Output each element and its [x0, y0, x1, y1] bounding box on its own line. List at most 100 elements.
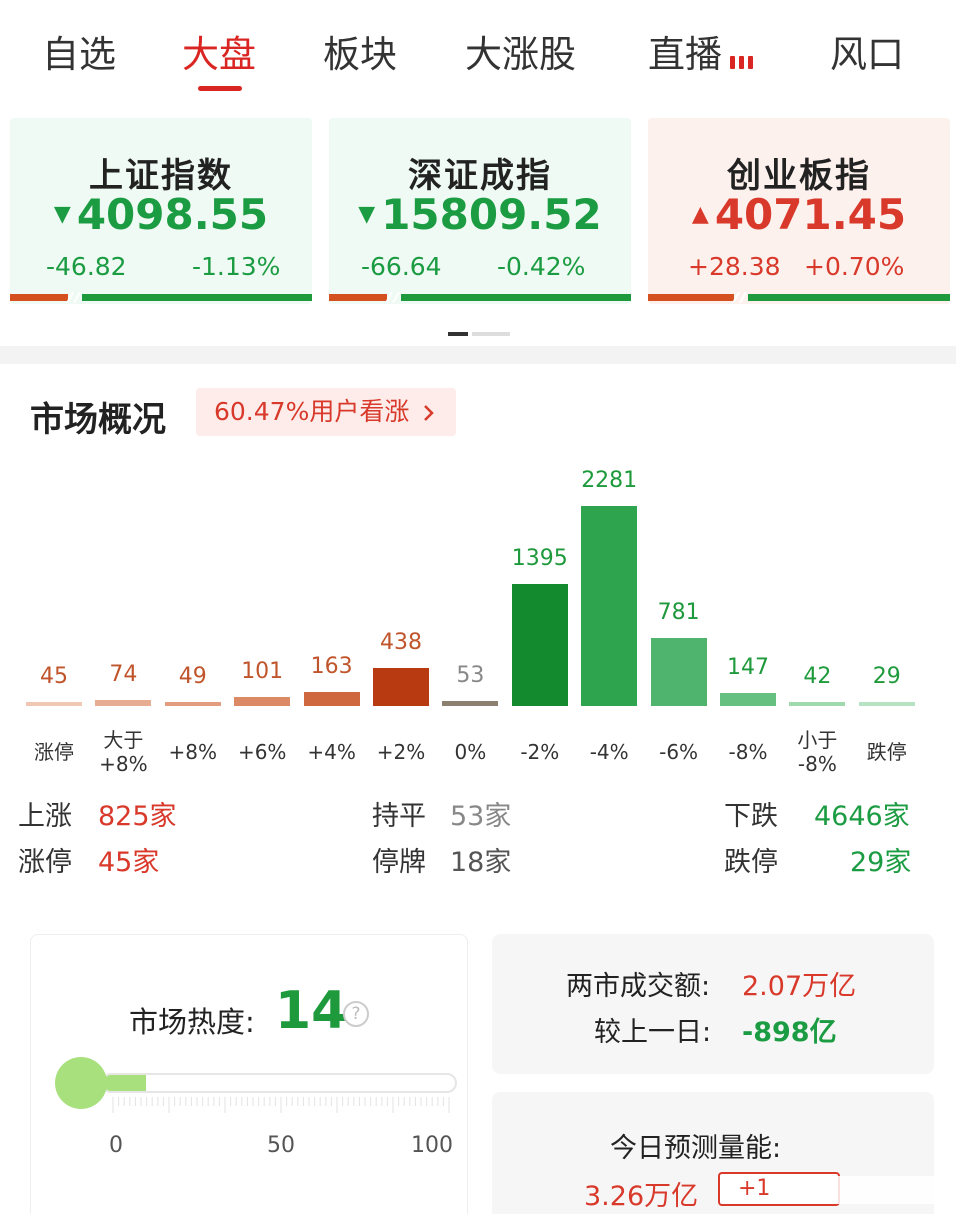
scale-max: 100 [411, 1133, 453, 1158]
active-tab-indicator [198, 86, 242, 91]
index-percent: -0.42% [497, 252, 586, 281]
category-label: 大于 +8% [99, 728, 148, 776]
category-label: +8% [168, 740, 218, 764]
scale-mid: 50 [267, 1133, 295, 1158]
tab-big-gainers[interactable]: 大涨股 [465, 24, 576, 78]
chevron-right-icon [423, 397, 435, 426]
chart-bar [858, 702, 915, 706]
index-value: ▼ 4098.55 [53, 190, 269, 239]
chart-bar [26, 702, 82, 706]
triangle-up-icon: ▲ [691, 202, 709, 227]
index-change: -46.82 [46, 252, 127, 281]
bar-value-label: 49 [178, 663, 207, 689]
category-label: +6% [237, 740, 287, 764]
bar-value-label: 147 [727, 655, 769, 681]
category-label: -6% [659, 740, 699, 764]
category-label: 0% [454, 740, 487, 764]
sentiment-badge[interactable]: 60.47%用户看涨 [196, 388, 456, 436]
limit-up-label: 涨停 [18, 847, 72, 878]
up-down-ratio-bar [648, 292, 950, 303]
index-percent: -1.13% [192, 252, 281, 281]
forecast-value: 3.26万亿 [584, 1181, 699, 1212]
live-bars-icon [730, 35, 757, 78]
triangle-down-icon: ▼ [53, 202, 71, 227]
bar-value-label: 42 [803, 664, 832, 689]
index-card-shenzhen[interactable]: 深证成指 ▼ 15809.52 -66.64 -0.42% [329, 118, 631, 304]
bar-value-label: 2281 [581, 468, 638, 493]
turnover-value: 2.07万亿 [742, 971, 857, 1002]
suspended-label: 停牌 [372, 847, 426, 878]
watermark-overlay [790, 1176, 946, 1204]
bar-value-label: 163 [310, 653, 353, 679]
question-icon[interactable]: ? [343, 1001, 369, 1027]
scale-min: 0 [109, 1133, 123, 1158]
section-divider [0, 346, 956, 364]
down-count-label: 下跌 [724, 801, 778, 832]
triangle-down-icon: ▼ [358, 202, 376, 227]
turnover-card[interactable]: 两市成交额: 2.07万亿 较上一日: -898亿 [492, 934, 934, 1074]
category-label: -8% [728, 740, 768, 764]
heat-label: 市场热度: [129, 1005, 255, 1039]
index-value: ▲ 4071.45 [691, 190, 907, 239]
category-label: +4% [307, 740, 356, 764]
chart-bar [303, 691, 360, 706]
bar-value-label: 29 [872, 664, 901, 689]
heat-value: 14 [275, 981, 348, 1041]
limit-down-value: 29家 [850, 847, 912, 878]
chart-bar [164, 701, 221, 706]
tab-watchlist[interactable]: 自选 [42, 24, 116, 78]
thermometer-ticks [112, 1097, 450, 1113]
index-value: ▼ 15809.52 [358, 190, 602, 239]
index-change: -66.64 [361, 252, 442, 281]
tab-live-label: 直播 [648, 33, 722, 76]
bar-value-label: 53 [456, 663, 485, 689]
pager-dot-active [448, 332, 468, 336]
up-down-ratio-bar [10, 292, 312, 303]
tab-market[interactable]: 大盘 [182, 24, 256, 78]
category-label: -4% [589, 740, 629, 764]
index-card-chinext[interactable]: 创业板指 ▲ 4071.45 +28.38 +0.70% [648, 118, 950, 304]
category-label: 跌停 [866, 740, 907, 764]
limit-down-label: 跌停 [724, 847, 778, 878]
section-title: 市场概况 [30, 400, 166, 440]
tab-trends[interactable]: 风口 [830, 24, 904, 78]
tab-live[interactable]: 直播 [648, 24, 757, 78]
index-percent: +0.70% [804, 252, 905, 281]
up-count-label: 上涨 [18, 801, 72, 832]
chart-bar [720, 693, 776, 706]
chart-bar [442, 701, 499, 706]
tab-sectors[interactable]: 板块 [323, 24, 397, 78]
forecast-label: 今日预测量能: [610, 1133, 782, 1164]
thermometer-bulb [55, 1057, 107, 1109]
chart-bar [95, 699, 152, 706]
bar-value-label: 781 [657, 599, 700, 625]
category-label: 涨停 [34, 740, 74, 764]
chart-bar [789, 702, 846, 706]
suspended-value: 18家 [450, 847, 512, 878]
flat-count-label: 持平 [372, 801, 426, 832]
turnover-compare-value: -898亿 [742, 1017, 837, 1048]
up-down-ratio-bar [329, 292, 631, 303]
bar-value-label: 45 [40, 664, 68, 689]
bar-value-label: 101 [241, 659, 284, 685]
top-tab-bar: 自选 大盘 板块 大涨股 直播 风口 [0, 0, 956, 100]
category-label: +2% [376, 740, 426, 764]
category-label: -2% [520, 740, 560, 764]
bar-value-label: 1395 [511, 545, 568, 571]
market-heat-card[interactable]: 市场热度: 14 ? 0 50 100 [30, 934, 468, 1214]
down-count-value: 4646家 [814, 801, 910, 832]
turnover-label: 两市成交额: [566, 971, 711, 1002]
distribution-chart: 45 涨停 74 大于 +8% 49 +8% 101 +6% 163 +4% 438 +2% 53 0% 1… [0, 460, 956, 790]
sentiment-text: 60.47%用户看涨 [214, 397, 410, 426]
index-card-shanghai[interactable]: 上证指数 ▼ 4098.55 -46.82 -1.13% [10, 118, 312, 304]
chart-bar [650, 637, 707, 706]
pager-dot [472, 332, 510, 336]
chart-bar [581, 506, 638, 706]
chart-bar [373, 667, 429, 706]
heat-thermometer [101, 1073, 457, 1093]
heat-level-fill [103, 1075, 146, 1091]
turnover-compare-label: 较上一日: [594, 1017, 712, 1048]
category-label: 小于 -8% [797, 728, 838, 776]
bar-value-label: 74 [109, 661, 138, 687]
index-change: +28.38 [688, 252, 781, 281]
